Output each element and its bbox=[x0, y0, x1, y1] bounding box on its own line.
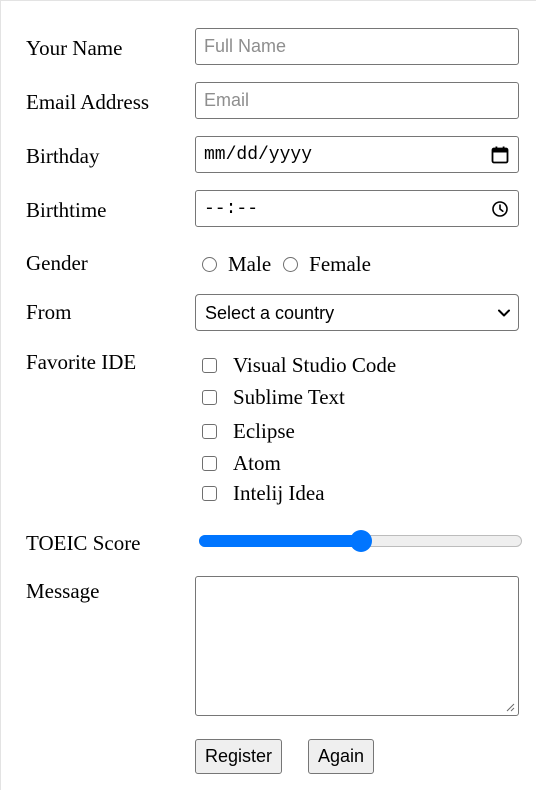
message-label: Message bbox=[26, 579, 100, 603]
again-button[interactable]: Again bbox=[308, 739, 375, 774]
ide-option-intelij[interactable]: Intelij Idea bbox=[202, 478, 325, 508]
gender-male-radio[interactable] bbox=[202, 256, 217, 272]
name-label: Your Name bbox=[26, 36, 123, 60]
gender-female-label: Female bbox=[309, 251, 371, 276]
ide-option-atom[interactable]: Atom bbox=[202, 448, 281, 478]
toeic-score-label: TOEIC Score bbox=[26, 531, 141, 555]
ide-atom-checkbox[interactable] bbox=[202, 455, 217, 471]
gender-female-radio[interactable] bbox=[283, 256, 299, 272]
toeic-score-slider[interactable] bbox=[199, 530, 522, 552]
gender-radio-group: Male Female bbox=[202, 249, 383, 279]
ide-option-sublime[interactable]: Sublime Text bbox=[202, 382, 345, 412]
email-input[interactable] bbox=[195, 82, 519, 119]
ide-sublime-label: Sublime Text bbox=[233, 384, 345, 409]
resize-grip-icon[interactable] bbox=[505, 702, 515, 712]
ide-vscode-checkbox[interactable] bbox=[202, 357, 217, 373]
register-button[interactable]: Register bbox=[195, 739, 283, 774]
message-textarea[interactable] bbox=[195, 576, 519, 716]
clock-icon[interactable] bbox=[490, 199, 510, 219]
favorite-ide-label: Favorite IDE bbox=[26, 350, 137, 374]
ide-vscode-label: Visual Studio Code bbox=[233, 352, 397, 377]
ide-option-eclipse[interactable]: Eclipse bbox=[202, 416, 295, 446]
birthtime-value: --:-- bbox=[204, 199, 259, 219]
full-name-input[interactable] bbox=[195, 28, 519, 65]
birthtime-input[interactable]: --:-- bbox=[195, 190, 519, 227]
birthtime-label: Birthtime bbox=[26, 198, 107, 222]
country-select[interactable]: Select a country bbox=[195, 294, 519, 331]
ide-intelij-label: Intelij Idea bbox=[233, 480, 325, 505]
ide-eclipse-checkbox[interactable] bbox=[202, 423, 217, 439]
birthday-label: Birthday bbox=[26, 144, 100, 168]
gender-label: Gender bbox=[26, 251, 88, 275]
from-label: From bbox=[26, 300, 72, 324]
country-select-value: Select a country bbox=[205, 303, 335, 323]
email-label: Email Address bbox=[26, 90, 150, 114]
birthday-value: mm/dd/yyyy bbox=[204, 145, 313, 165]
birthday-input[interactable]: mm/dd/yyyy bbox=[195, 136, 519, 173]
frame-top-border bbox=[0, 0, 536, 1]
gender-male-label: Male bbox=[228, 251, 272, 276]
chevron-down-icon bbox=[498, 309, 510, 317]
ide-sublime-checkbox[interactable] bbox=[202, 389, 217, 405]
frame-left-border bbox=[0, 0, 1, 790]
slider-thumb[interactable] bbox=[349, 530, 372, 552]
ide-atom-label: Atom bbox=[233, 450, 281, 475]
ide-intelij-checkbox[interactable] bbox=[202, 485, 217, 501]
ide-eclipse-label: Eclipse bbox=[233, 418, 295, 443]
slider-fill bbox=[199, 535, 361, 547]
calendar-icon[interactable] bbox=[490, 145, 510, 165]
ide-option-vscode[interactable]: Visual Studio Code bbox=[202, 350, 396, 380]
